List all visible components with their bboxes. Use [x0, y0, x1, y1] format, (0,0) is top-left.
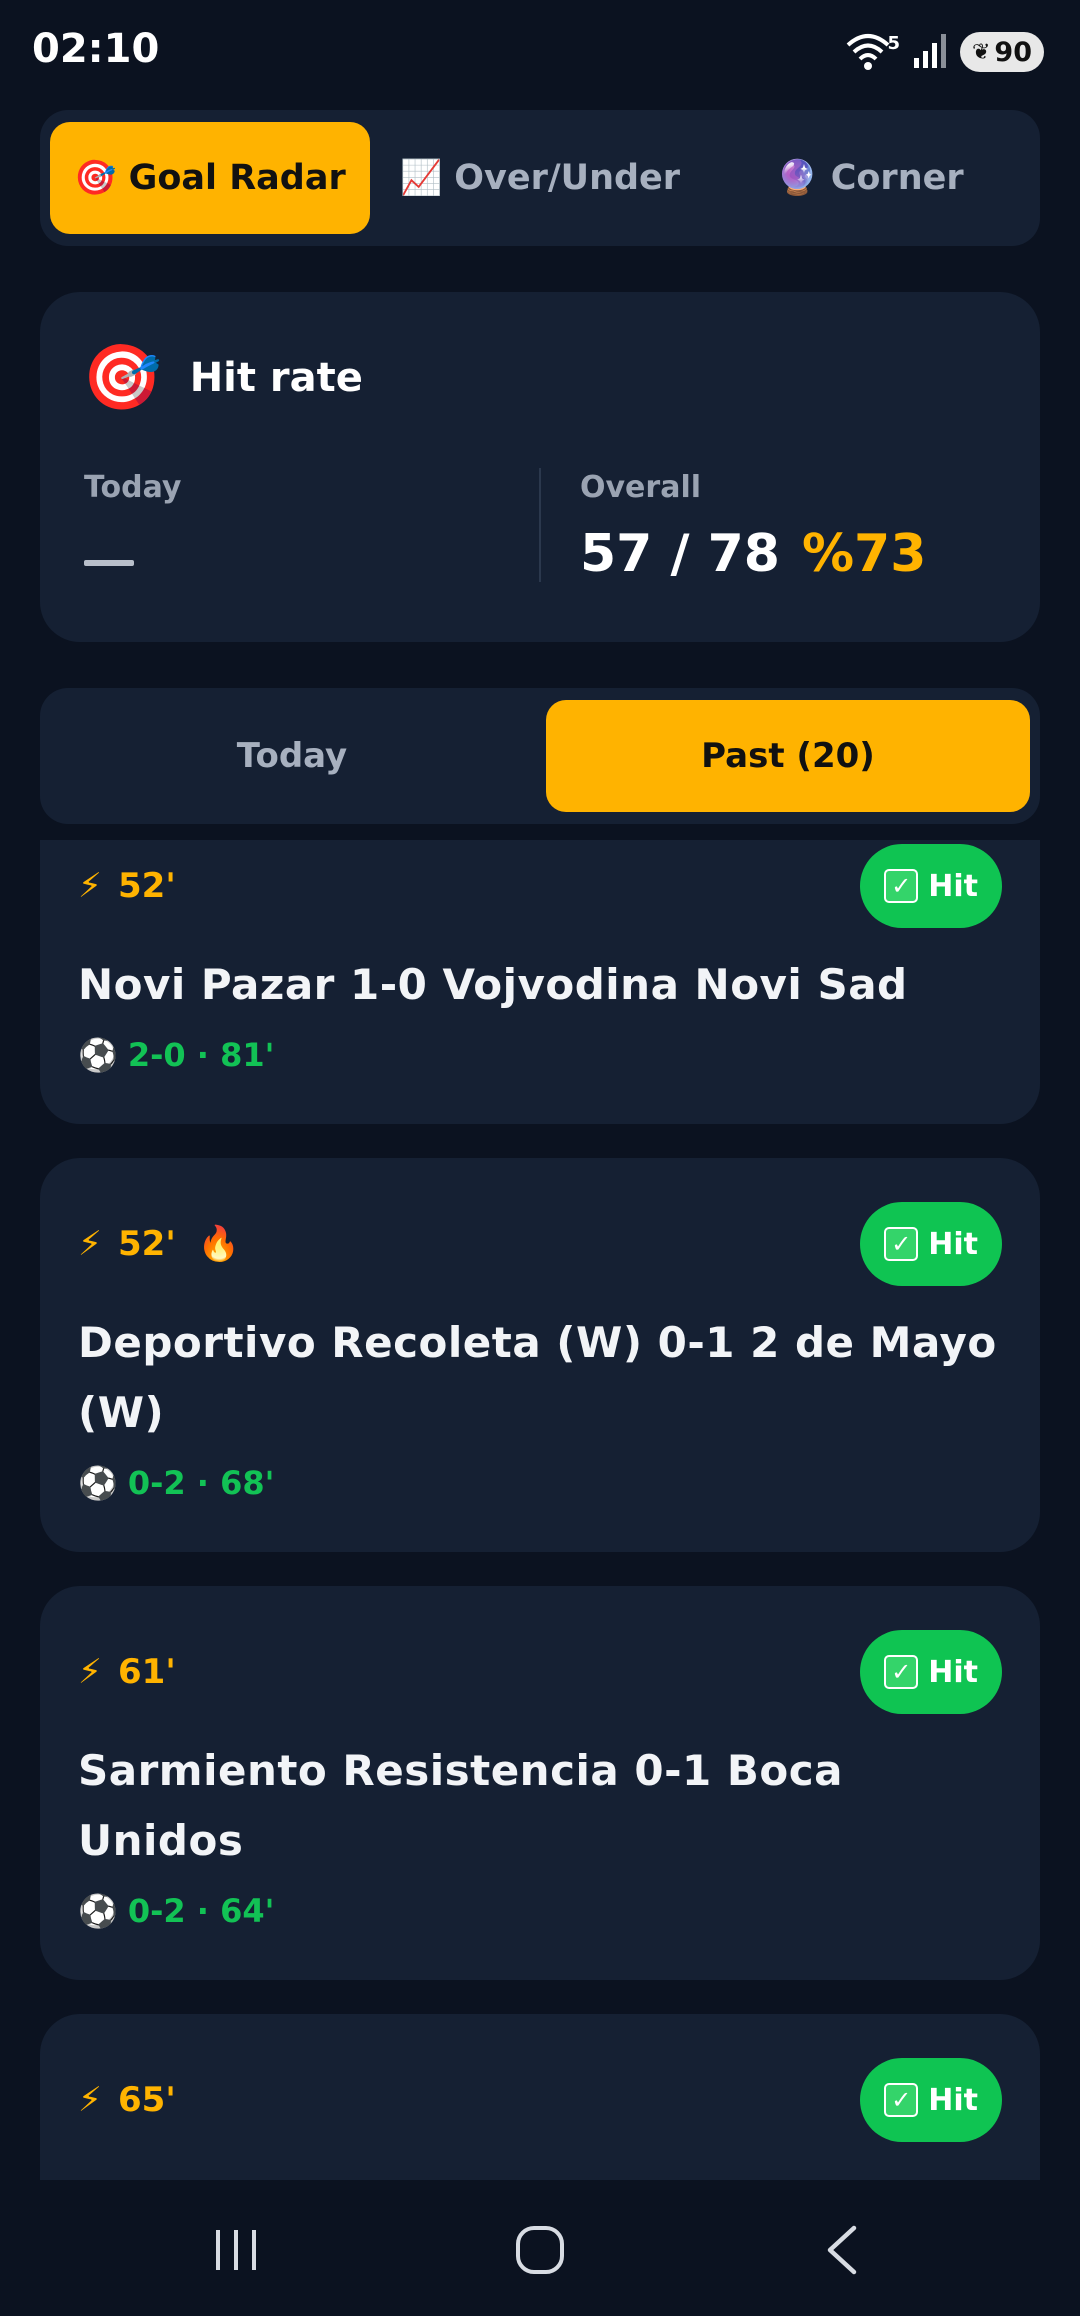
match-title: Novi Pazar 1-0 Vojvodina Novi Sad	[78, 960, 908, 1009]
hit-badge-label: Hit	[928, 868, 978, 904]
status-time: 02:10	[32, 26, 160, 72]
match-title: Sarmiento Resistencia 0-1 Boca Unidos	[78, 1746, 843, 1865]
goal-line: ⚽ 0-2 · 64'	[78, 1892, 1002, 1930]
match-card[interactable]: ⚡ 52' 🔥 ✓ Hit Deportivo Recoleta (W) 0-1…	[40, 1158, 1040, 1552]
back-icon	[827, 2225, 857, 2275]
tab-label: Corner	[830, 158, 964, 198]
signal-minute: 52'	[118, 1224, 176, 1264]
tab-label: Over/Under	[454, 158, 681, 198]
match-card[interactable]: ⚡ 52' ✓ Hit Novi Pazar 1-0 Vojvodina Nov…	[40, 840, 1040, 1124]
match-title: Deportivo Recoleta (W) 0-1 2 de Mayo (W)	[78, 1318, 997, 1437]
column-divider	[539, 468, 541, 582]
hit-rate-card: 🎯 Hit rate Today Overall 57 / 78 %73	[40, 292, 1040, 642]
lightning-icon: ⚡	[78, 866, 102, 906]
mode-tab-bar: 🎯 Goal Radar 📈 Over/Under 🔮 Corner	[40, 110, 1040, 246]
battery-saver-icon: ❦	[971, 39, 991, 65]
check-icon: ✓	[884, 2083, 919, 2117]
hit-badge: ✓ Hit	[860, 2058, 1002, 2142]
back-button[interactable]	[782, 2210, 902, 2290]
tab-label: Goal Radar	[128, 158, 346, 198]
goal-info: 0-2 · 64'	[127, 1892, 275, 1930]
fire-icon: 🔥	[197, 1224, 241, 1264]
wifi-icon: 5	[845, 33, 900, 71]
check-icon: ✓	[884, 1655, 919, 1689]
tab-over-under[interactable]: 📈 Over/Under	[380, 122, 700, 234]
period-tab-bar: Today Past (20)	[40, 688, 1040, 824]
soccer-ball-icon: ⚽	[78, 1892, 118, 1930]
goal-line: ⚽ 2-0 · 81'	[78, 1036, 1002, 1074]
goal-line: ⚽ 0-2 · 68'	[78, 1464, 1002, 1502]
hit-badge: ✓ Hit	[860, 844, 1002, 928]
hit-rate-title: Hit rate	[189, 355, 363, 401]
match-list[interactable]: ⚡ 52' ✓ Hit Novi Pazar 1-0 Vojvodina Nov…	[0, 840, 1080, 2180]
tab-past[interactable]: Past (20)	[546, 700, 1030, 812]
match-card[interactable]: ⚡ 61' ✓ Hit Sarmiento Resistencia 0-1 Bo…	[40, 1586, 1040, 1980]
home-icon	[516, 2226, 564, 2274]
today-empty-value	[84, 560, 134, 566]
crystal-ball-icon: 🔮	[776, 158, 819, 198]
overall-ratio: 57 / 78	[580, 524, 780, 584]
lightning-icon: ⚡	[78, 1224, 102, 1264]
recents-icon	[216, 2230, 256, 2270]
status-bar: 02:10 5 ❦ 90	[0, 0, 1080, 100]
battery-level: 90	[994, 36, 1032, 68]
signal-minute: 52'	[118, 866, 176, 906]
soccer-ball-icon: ⚽	[78, 1036, 118, 1074]
battery-indicator: ❦ 90	[959, 32, 1044, 72]
target-icon: 🎯	[74, 158, 117, 198]
hit-badge: ✓ Hit	[860, 1630, 1002, 1714]
target-icon: 🎯	[82, 341, 162, 415]
hit-badge: ✓ Hit	[860, 1202, 1002, 1286]
overall-percent: %73	[801, 524, 927, 584]
check-icon: ✓	[884, 1227, 919, 1261]
signal-minute: 65'	[118, 2080, 176, 2120]
match-card[interactable]: ⚡ 65' ✓ Hit Deportivo Paraguayo 0-0 Spor…	[40, 2014, 1040, 2180]
hit-badge-label: Hit	[928, 1226, 978, 1262]
hit-rate-header: 🎯 Hit rate	[82, 338, 363, 418]
soccer-ball-icon: ⚽	[78, 1464, 118, 1502]
match-title: Deportivo Paraguayo 0-0 Sportivo	[78, 2164, 1002, 2180]
tab-corner[interactable]: 🔮 Corner	[710, 122, 1030, 234]
goal-info: 0-2 · 68'	[127, 1464, 275, 1502]
overall-value: 57 / 78 %73	[580, 524, 926, 584]
hit-badge-label: Hit	[928, 2082, 978, 2118]
status-icons: 5 ❦ 90	[845, 30, 1044, 74]
signal-minute: 61'	[118, 1652, 176, 1692]
today-label: Today	[84, 470, 182, 505]
overall-label: Overall	[580, 470, 702, 505]
chart-up-icon: 📈	[399, 158, 443, 198]
signal-icon	[912, 32, 948, 72]
lightning-icon: ⚡	[78, 2080, 102, 2120]
tab-goal-radar[interactable]: 🎯 Goal Radar	[50, 122, 370, 234]
goal-info: 2-0 · 81'	[127, 1036, 275, 1074]
tab-today[interactable]: Today	[50, 700, 534, 812]
system-nav-bar	[0, 2180, 1080, 2316]
lightning-icon: ⚡	[78, 1652, 102, 1692]
check-icon: ✓	[884, 869, 919, 903]
wifi-badge: 5	[887, 33, 900, 54]
recent-apps-button[interactable]	[176, 2210, 296, 2290]
match-list-inner: ⚡ 52' ✓ Hit Novi Pazar 1-0 Vojvodina Nov…	[40, 840, 1040, 2180]
hit-badge-label: Hit	[928, 1654, 978, 1690]
home-button[interactable]	[480, 2210, 600, 2290]
